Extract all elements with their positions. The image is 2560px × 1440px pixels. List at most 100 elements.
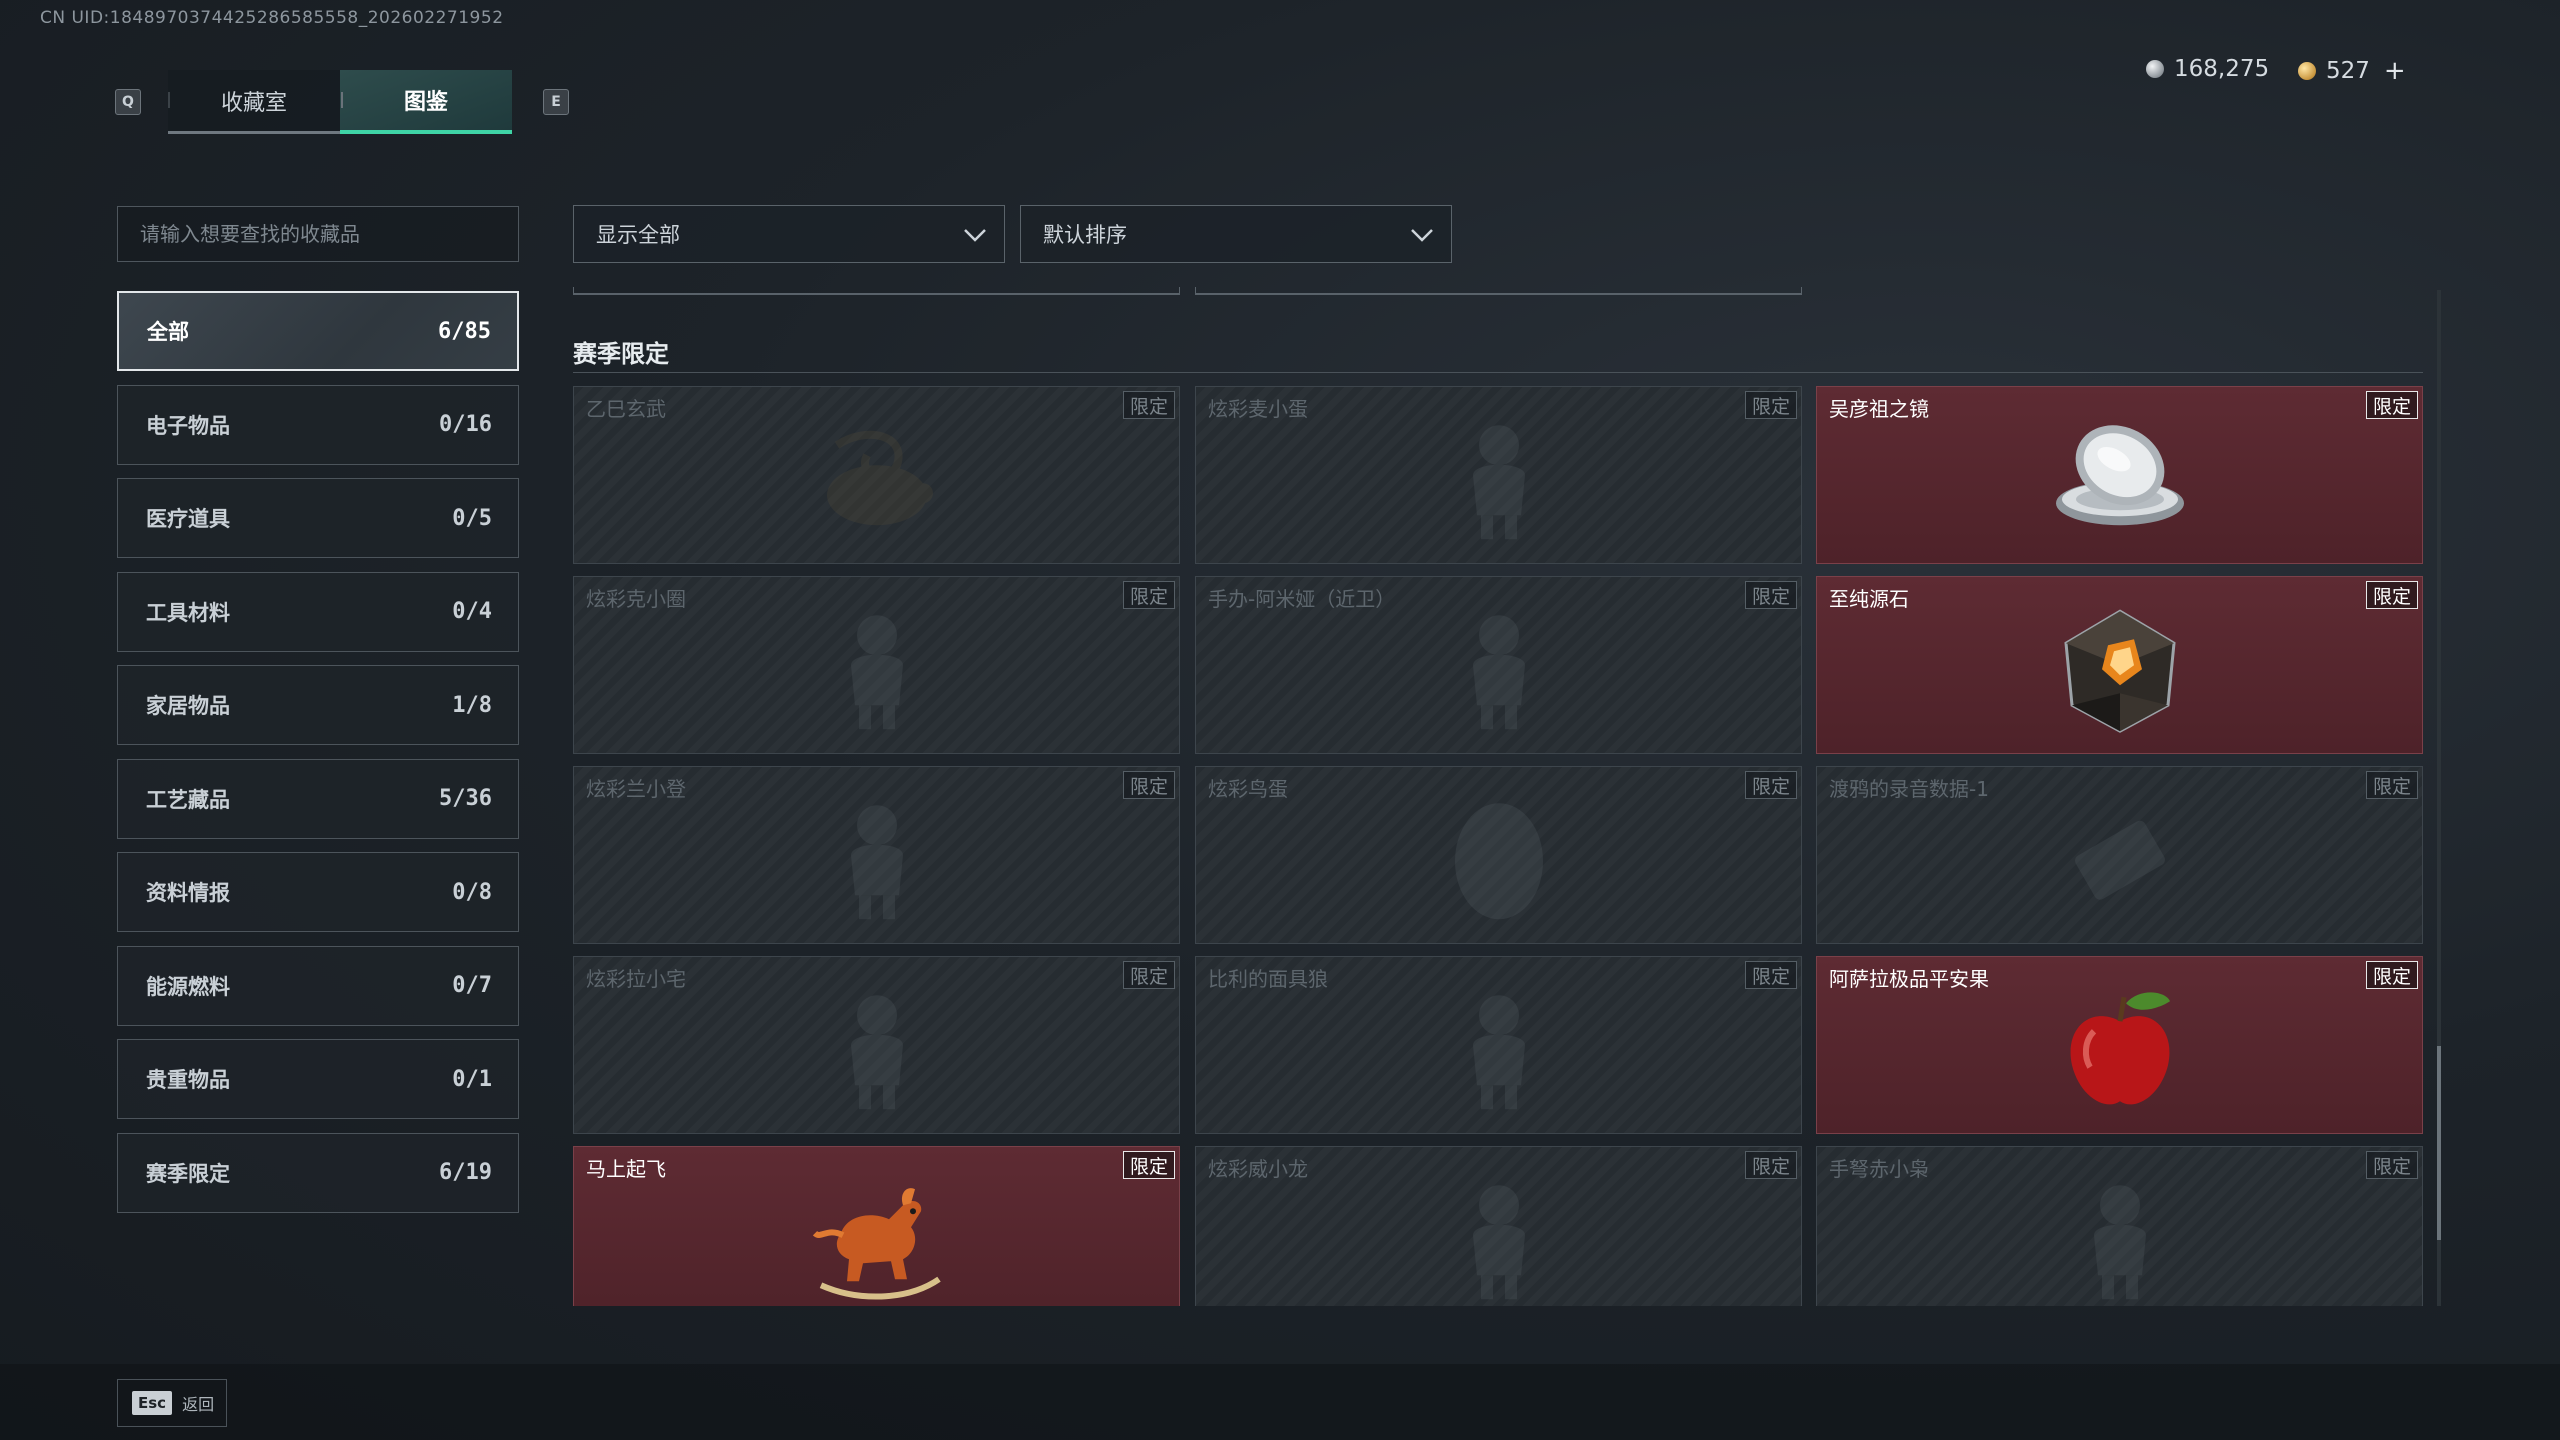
item-name: 至纯源石 [1829,587,1909,611]
tab-separator [341,92,343,108]
collection-item-card[interactable]: 炫彩克小圈 限定 [573,576,1180,754]
collection-item-card[interactable]: 吴彦祖之镜 限定 [1816,386,2423,564]
sort-dropdown[interactable]: 默认排序 [1020,205,1452,263]
figure-icon [1429,985,1569,1115]
collection-item-card[interactable]: 乙巳玄武 限定 [573,386,1180,564]
collection-item-card[interactable]: 炫彩拉小宅 限定 [573,956,1180,1134]
tab-codex[interactable]: 图鉴 [340,70,512,134]
key-hint-q: Q [115,89,141,115]
collection-item-card[interactable]: 比利的面具狼 限定 [1195,956,1802,1134]
limited-badge: 限定 [2365,1151,2418,1179]
data-drive-icon [2050,795,2190,925]
category-count: 0/4 [452,599,492,624]
previous-row-edge [1195,287,1802,295]
section-divider [573,372,2423,373]
filter-dropdown[interactable]: 显示全部 [573,205,1005,263]
gold-amount: 527 [2326,58,2370,84]
category-count: 1/8 [452,692,492,718]
collection-item-card[interactable]: 炫彩威小龙 限定 [1195,1146,1802,1306]
figure-icon [807,985,947,1115]
category-label: 电子物品 [146,413,230,438]
item-name: 手办-阿米娅（近卫） [1208,587,1396,611]
gold-currency: 527 + [2298,56,2406,86]
item-name: 炫彩拉小宅 [586,967,686,991]
category-count: 0/7 [452,973,492,998]
collection-item-card[interactable]: 至纯源石 限定 [1816,576,2423,754]
serpent-turtle-icon [807,415,947,545]
category-item-valuables[interactable]: 贵重物品 0/1 [117,1039,519,1119]
category-count: 6/19 [439,1160,492,1185]
category-item-crafts[interactable]: 工艺藏品 5/36 [117,758,519,839]
compact-mirror-icon [2050,415,2190,545]
limited-badge: 限定 [1744,1151,1797,1179]
category-list: 全部 6/85 电子物品 0/16 医疗道具 0/5 工具材料 0/4 家居物品 1/8 … [117,291,519,1226]
category-count: 5/36 [439,786,492,811]
collection-item-card[interactable]: 阿萨拉极品平安果 限定 [1816,956,2423,1134]
item-name: 吴彦祖之镜 [1829,397,1929,421]
back-button[interactable]: Esc 返回 [117,1379,227,1427]
bottom-bar [0,1364,2560,1440]
category-item-energy[interactable]: 能源燃料 0/7 [117,945,519,1026]
limited-badge: 限定 [1122,961,1175,989]
limited-badge: 限定 [1744,771,1797,799]
limited-badge: 限定 [1122,581,1175,609]
section-title: 赛季限定 [573,340,669,368]
category-label: 能源燃料 [146,974,230,999]
category-item-tools[interactable]: 工具材料 0/4 [117,571,519,652]
category-label: 医疗道具 [146,507,230,531]
category-item-season[interactable]: 赛季限定 6/19 [117,1132,519,1213]
figure-icon [807,605,947,735]
category-item-household[interactable]: 家居物品 1/8 [117,665,519,745]
category-count: 0/1 [452,1066,492,1092]
gold-coin-icon [2298,62,2316,80]
limited-badge: 限定 [2365,771,2418,799]
previous-row-edge [573,287,1180,295]
crystal-icon [2050,605,2190,735]
category-item-intel[interactable]: 资料情报 0/8 [117,852,519,932]
tab-collection-room[interactable]: 收藏室 [168,70,340,134]
category-count: 0/16 [439,412,492,437]
limited-badge: 限定 [1744,961,1797,989]
category-item-electronics[interactable]: 电子物品 0/16 [117,384,519,465]
collection-item-card[interactable]: 渡鸦的录音数据-1 限定 [1816,766,2423,944]
esc-key: Esc [132,1391,173,1415]
scrollbar-thumb[interactable] [2437,1046,2441,1240]
rocking-horse-icon [807,1175,947,1305]
collection-item-card[interactable]: 炫彩鸟蛋 限定 [1195,766,1802,944]
figure-icon [1429,415,1569,545]
category-item-all[interactable]: 全部 6/85 [117,291,519,371]
item-name: 马上起飞 [586,1157,666,1181]
add-currency-button[interactable]: + [2384,56,2406,86]
collection-item-card[interactable]: 手办-阿米娅（近卫） 限定 [1195,576,1802,754]
silver-currency: 168,275 [2146,56,2269,82]
item-name: 炫彩鸟蛋 [1208,777,1288,801]
category-label: 贵重物品 [146,1068,230,1092]
item-name: 炫彩麦小蛋 [1208,397,1308,421]
chevron-down-icon [1411,229,1433,242]
chevron-down-icon [964,229,986,242]
search-input[interactable] [117,206,519,262]
item-name: 阿萨拉极品平安果 [1829,967,1989,991]
silver-amount: 168,275 [2174,56,2270,82]
category-label: 家居物品 [146,694,230,718]
collection-item-card[interactable]: 马上起飞 限定 [573,1146,1180,1306]
category-count: 6/85 [438,318,491,344]
category-label: 全部 [147,320,189,344]
category-label: 工艺藏品 [146,787,230,812]
back-label: 返回 [182,1395,215,1414]
collection-item-card[interactable]: 手弩赤小枭 限定 [1816,1146,2423,1306]
limited-badge: 限定 [1122,771,1175,799]
limited-badge: 限定 [1744,581,1797,609]
uid-label: CN UID:1848970374425286585558_2026022719… [40,8,504,28]
item-name: 比利的面具狼 [1208,967,1328,991]
item-name: 手弩赤小枭 [1829,1157,1929,1181]
category-label: 赛季限定 [146,1161,230,1186]
limited-badge: 限定 [1744,391,1797,419]
collection-item-card[interactable]: 炫彩麦小蛋 限定 [1195,386,1802,564]
figure-icon [807,795,947,925]
category-item-medical[interactable]: 医疗道具 0/5 [117,478,519,558]
apple-icon [2050,985,2190,1115]
limited-badge: 限定 [1122,391,1175,419]
collection-item-card[interactable]: 炫彩兰小登 限定 [573,766,1180,944]
silver-coin-icon [2146,60,2164,78]
